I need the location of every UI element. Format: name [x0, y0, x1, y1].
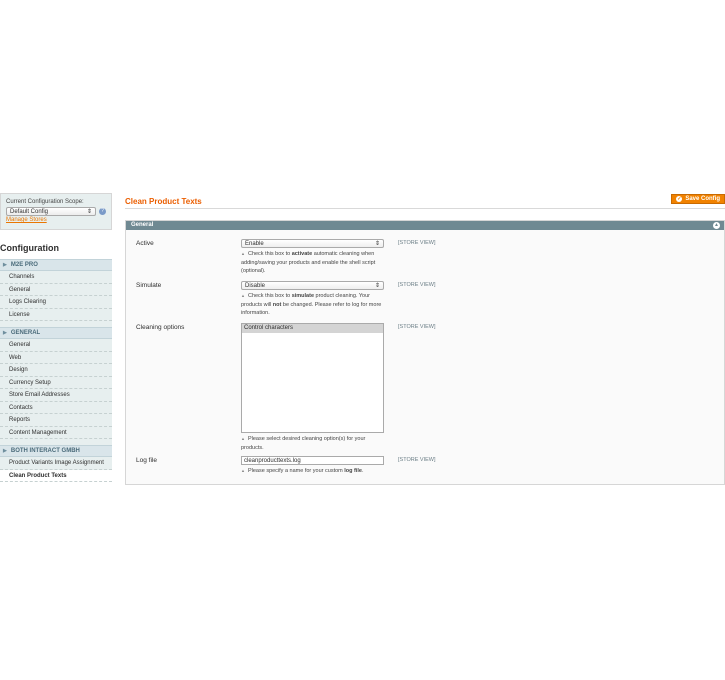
collapse-icon[interactable]: ▲ [713, 222, 720, 229]
sidebar-item-general-m2e[interactable]: General [0, 283, 112, 296]
main-content: Clean Product Texts ✓ Save Config Genera… [125, 193, 725, 485]
fieldset-title: General [131, 222, 154, 228]
select-arrows-icon: ⇕ [374, 241, 380, 247]
note-text: Check this box to [247, 293, 292, 299]
simulate-select[interactable]: Disable ⇕ [241, 281, 384, 290]
scope-select-value: Default Config [10, 208, 49, 215]
note-text: Please specify a name for your custom [247, 468, 345, 474]
note-triangle-icon: ▲ [241, 468, 245, 473]
log-file-scope: [STORE VIEW] [398, 457, 436, 463]
active-select-value: Enable [245, 240, 264, 247]
sidebar-item-reports[interactable]: Reports [0, 414, 112, 427]
sidebar-item-logs-clearing[interactable]: Logs Clearing [0, 296, 112, 309]
log-file-input[interactable]: cleanproducttexts.log [241, 456, 384, 465]
simulate-note: ▲ Check this box to simulate product clea… [241, 292, 386, 318]
select-arrows-icon: ⇕ [87, 209, 93, 215]
save-config-label: Save Config [685, 196, 720, 202]
checkmark-icon: ✓ [676, 196, 683, 202]
cleaning-options-note: ▲ Please select desired cleaning option(s… [241, 435, 386, 452]
config-sidebar: Current Configuration Scope: Default Con… [0, 193, 112, 482]
nav-group-label: GENERAL [10, 330, 41, 336]
nav-group-both-interact[interactable]: ▶ BOTH INTERACT GMBH [0, 445, 112, 457]
sidebar-item-content-management[interactable]: Content Management [0, 426, 112, 439]
cleaning-options-multiselect[interactable]: Control characters [241, 323, 384, 433]
expand-arrow-icon: ▶ [3, 330, 7, 336]
sidebar-title: Configuration [0, 243, 59, 253]
nav-group-label: BOTH INTERACT GMBH [10, 448, 80, 454]
cleaning-option-control-characters[interactable]: Control characters [242, 324, 383, 333]
log-file-label: Log file [136, 457, 157, 464]
cleaning-options-label: Cleaning options [136, 324, 185, 331]
scope-select[interactable]: Default Config ⇕ [6, 207, 97, 216]
note-bold-text: simulate [291, 293, 315, 299]
sidebar-item-channels[interactable]: Channels [0, 271, 112, 284]
active-select[interactable]: Enable ⇕ [241, 239, 384, 248]
scope-label: Current Configuration Scope: [6, 199, 84, 205]
nav-group-general[interactable]: ▶ GENERAL [0, 327, 112, 339]
simulate-scope: [STORE VIEW] [398, 282, 436, 288]
page-title: Clean Product Texts [125, 197, 202, 206]
note-triangle-icon: ▲ [241, 293, 245, 298]
manage-stores-link[interactable]: Manage Stores [6, 217, 106, 223]
sidebar-item-contacts[interactable]: Contacts [0, 401, 112, 414]
sidebar-item-general[interactable]: General [0, 339, 112, 352]
cleaning-options-scope: [STORE VIEW] [398, 324, 436, 330]
general-fieldset: General ▲ Active Enable ⇕ [STORE VIEW] ▲… [125, 220, 725, 485]
note-bold-text: log file [344, 468, 362, 474]
select-arrows-icon: ⇕ [374, 283, 380, 289]
active-label: Active [136, 240, 154, 247]
note-triangle-icon: ▲ [241, 436, 245, 441]
fieldset-header[interactable]: General ▲ [126, 221, 724, 230]
simulate-label: Simulate [136, 282, 162, 289]
sidebar-item-currency-setup[interactable]: Currency Setup [0, 376, 112, 389]
content-header: Clean Product Texts ✓ Save Config [125, 193, 725, 209]
expand-arrow-icon: ▶ [3, 448, 7, 454]
active-note: ▲ Check this box to activate automatic cl… [241, 250, 386, 276]
nav-group-label: M2E PRO [10, 262, 38, 268]
sidebar-item-clean-product-texts[interactable]: Clean Product Texts [0, 469, 112, 482]
note-text: Please select desired cleaning option(s)… [241, 436, 366, 451]
note-bold-text: activate [291, 251, 313, 257]
help-icon[interactable]: ? [99, 208, 106, 215]
nav-group-m2e-pro[interactable]: ▶ M2E PRO [0, 259, 112, 271]
sidebar-item-product-variants-image-assignment[interactable]: Product Variants Image Assignment [0, 457, 112, 470]
active-scope: [STORE VIEW] [398, 240, 436, 246]
note-text: Check this box to [247, 251, 292, 257]
expand-arrow-icon: ▶ [3, 262, 7, 268]
scope-switcher: Current Configuration Scope: Default Con… [0, 193, 112, 230]
sidebar-item-license[interactable]: License [0, 308, 112, 321]
note-triangle-icon: ▲ [241, 251, 245, 256]
save-config-button[interactable]: ✓ Save Config [671, 194, 725, 204]
simulate-select-value: Disable [245, 282, 266, 289]
sidebar-item-web[interactable]: Web [0, 351, 112, 364]
sidebar-item-store-email-addresses[interactable]: Store Email Addresses [0, 389, 112, 402]
log-file-note: ▲ Please specify a name for your custom l… [241, 467, 386, 476]
note-text: . [362, 468, 364, 474]
sidebar-item-design[interactable]: Design [0, 364, 112, 377]
